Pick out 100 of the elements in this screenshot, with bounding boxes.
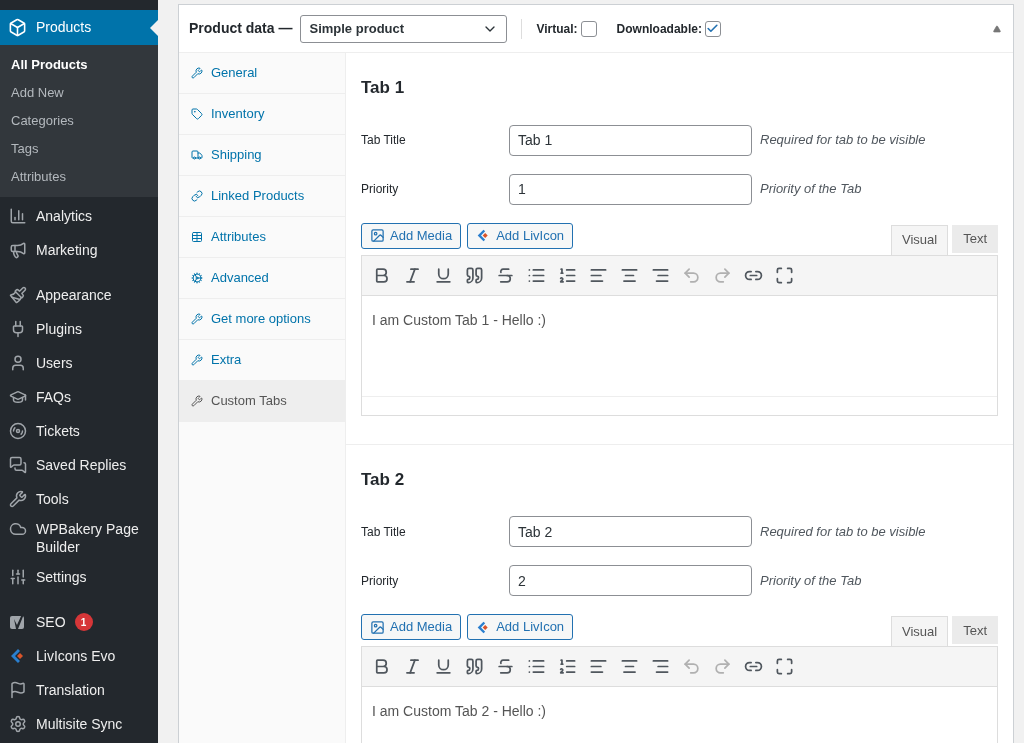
- wrench-icon: [191, 67, 203, 79]
- box-icon: [8, 18, 27, 37]
- text-field[interactable]: 1: [509, 173, 752, 205]
- italic-icon[interactable]: [403, 265, 422, 285]
- sidebar-item[interactable]: Marketing: [36, 241, 98, 259]
- paintbrush-icon: [8, 286, 27, 304]
- italic-icon[interactable]: [403, 657, 422, 676]
- chat-bubbles-icon: [8, 456, 27, 474]
- field-label: Priority: [361, 181, 400, 198]
- checkbox[interactable]: [580, 20, 597, 37]
- editor-text: I am Custom Tab 1 - Hello :): [372, 310, 548, 330]
- bar-chart-icon: [8, 207, 27, 225]
- fullscreen-icon[interactable]: [775, 657, 794, 676]
- check-icon: [706, 22, 720, 35]
- sidebar-item[interactable]: Products: [0, 10, 158, 45]
- collapse-icon[interactable]: [993, 24, 1001, 33]
- wrench-icon: [191, 313, 203, 325]
- section-heading: Tab 1: [361, 77, 406, 99]
- media-button[interactable]: Add LivIcon: [467, 614, 574, 640]
- disc-icon: [8, 422, 27, 440]
- underline-icon[interactable]: [434, 265, 453, 285]
- submenu-item[interactable]: Tags: [0, 135, 158, 163]
- sidebar-item[interactable]: Multisite Sync: [36, 715, 123, 733]
- truck-icon: [191, 149, 203, 161]
- sidebar-item[interactable]: WPBakery Page Builder: [36, 520, 150, 556]
- quote-icon[interactable]: [465, 657, 484, 676]
- align-center-icon[interactable]: [620, 657, 639, 676]
- gear-icon: [8, 715, 27, 733]
- align-right-icon[interactable]: [651, 657, 670, 676]
- media-icon: [370, 228, 385, 243]
- product-tab[interactable]: Custom Tabs: [179, 381, 345, 422]
- text-field[interactable]: 2: [509, 565, 752, 596]
- product-tab[interactable]: Linked Products: [179, 176, 345, 217]
- gear-icon: [191, 272, 203, 284]
- media-icon: [370, 619, 385, 635]
- sidebar-item[interactable]: Settings: [36, 568, 87, 586]
- underline-icon[interactable]: [434, 657, 453, 676]
- fullscreen-icon[interactable]: [775, 265, 794, 285]
- editor-tab[interactable]: Text: [952, 616, 998, 644]
- panel-title: Product data —: [189, 19, 293, 38]
- media-button[interactable]: Add Media: [361, 614, 462, 640]
- sidebar-item[interactable]: Appearance: [36, 286, 112, 304]
- media-button[interactable]: Add Media: [361, 222, 462, 249]
- field-label: Tab Title: [361, 132, 407, 149]
- wrench-icon: [191, 395, 203, 407]
- text-field[interactable]: Tab 1: [509, 124, 752, 156]
- notification-badge: 1: [74, 613, 93, 631]
- table-icon: [191, 231, 203, 243]
- sliders-icon: [8, 568, 27, 586]
- tag-icon: [191, 108, 203, 120]
- numbered-list-icon[interactable]: [558, 657, 577, 676]
- editor-tab[interactable]: Text: [952, 224, 998, 253]
- product-tab[interactable]: Inventory: [179, 94, 345, 135]
- sidebar-item[interactable]: Saved Replies: [36, 456, 127, 474]
- product-tab[interactable]: Get more options: [179, 299, 345, 340]
- sidebar-item[interactable]: Users: [36, 354, 73, 372]
- product-tab[interactable]: Advanced: [179, 258, 345, 299]
- sidebar-item[interactable]: Tools: [36, 490, 69, 508]
- checkbox[interactable]: [704, 20, 721, 37]
- quote-icon[interactable]: [465, 265, 484, 285]
- flag-icon: [8, 681, 27, 699]
- link-icon: [191, 190, 203, 202]
- product-tab[interactable]: General: [179, 53, 345, 94]
- bullet-list-icon[interactable]: [527, 657, 546, 676]
- sidebar-item[interactable]: Translation: [36, 681, 105, 699]
- wrench-icon: [191, 354, 203, 366]
- sidebar-item[interactable]: LivIcons Evo: [36, 647, 116, 665]
- text-field[interactable]: Tab 2: [509, 516, 752, 547]
- checkbox-label: Virtual:: [536, 20, 578, 38]
- media-button[interactable]: Add LivIcon: [467, 222, 574, 249]
- current-pointer: [150, 20, 158, 36]
- checkbox-label: Downloadable:: [616, 20, 702, 38]
- sidebar-item[interactable]: SEO: [36, 613, 66, 631]
- wrench-icon: [8, 490, 27, 508]
- submenu-item[interactable]: Attributes: [0, 163, 158, 191]
- product-tab[interactable]: Shipping: [179, 135, 345, 176]
- numbered-list-icon[interactable]: [558, 265, 577, 285]
- editor-tab[interactable]: Visual: [890, 616, 949, 646]
- product-tab[interactable]: Attributes: [179, 217, 345, 258]
- strikethrough-icon[interactable]: [496, 265, 515, 285]
- editor-text: I am Custom Tab 2 - Hello :): [372, 702, 548, 721]
- editor-tab[interactable]: Visual: [890, 224, 949, 255]
- sidebar-item[interactable]: Plugins: [36, 320, 82, 338]
- submenu-item[interactable]: All Products: [0, 51, 158, 79]
- sidebar-item[interactable]: Analytics: [36, 207, 93, 225]
- megaphone-icon: [8, 241, 27, 259]
- product-type-select[interactable]: Simple product: [300, 14, 508, 43]
- field-label: Tab Title: [361, 523, 407, 541]
- sidebar-item[interactable]: Tickets: [36, 422, 80, 440]
- field-hint: Required for tab to be visible: [760, 522, 926, 541]
- field-hint: Priority of the Tab: [760, 180, 862, 199]
- sidebar-item[interactable]: FAQs: [36, 388, 71, 406]
- submenu-item[interactable]: Add New: [0, 79, 158, 107]
- section-heading: Tab 2: [361, 468, 406, 491]
- field-label: Priority: [361, 572, 400, 590]
- graduation-cap-icon: [8, 388, 27, 406]
- submenu-item[interactable]: Categories: [0, 107, 158, 135]
- align-left-icon[interactable]: [589, 657, 608, 676]
- strikethrough-icon[interactable]: [496, 657, 515, 676]
- field-hint: Priority of the Tab: [760, 571, 862, 590]
